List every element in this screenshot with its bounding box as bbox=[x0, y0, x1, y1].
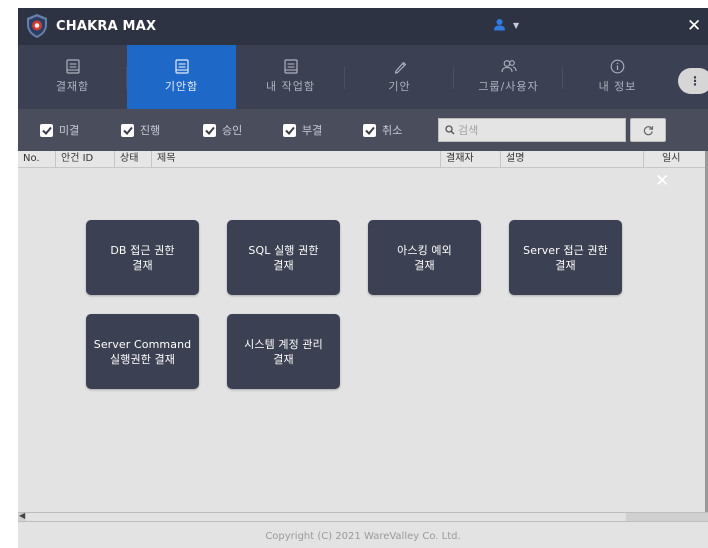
draft-doc-icon bbox=[174, 59, 189, 74]
tile-server-command-approval[interactable]: Server Command 실행권한 결재 bbox=[86, 314, 199, 389]
column-header-description[interactable]: 설명 bbox=[501, 151, 644, 167]
checkmark-icon bbox=[40, 123, 53, 137]
filter-in-progress-checkbox[interactable]: 진행 bbox=[121, 122, 160, 138]
scroll-left-icon[interactable]: ◀ bbox=[19, 511, 25, 520]
app-title: CHAKRA MAX bbox=[56, 18, 157, 34]
info-icon bbox=[610, 59, 625, 74]
filter-pending-checkbox[interactable]: 미결 bbox=[40, 122, 79, 138]
nav-item-groups-users[interactable]: 그룹/사용자 bbox=[454, 45, 563, 109]
filter-label: 승인 bbox=[222, 124, 243, 137]
user-icon bbox=[494, 19, 505, 31]
nav-item-approval-inbox[interactable]: 결재함 bbox=[18, 45, 127, 109]
tile-system-account-approval[interactable]: 시스템 계정 관리 결재 bbox=[227, 314, 340, 389]
nav-label: 내 정보 bbox=[598, 80, 637, 93]
nav-item-draft[interactable]: 기안 bbox=[345, 45, 454, 109]
filter-approved-checkbox[interactable]: 승인 bbox=[203, 122, 242, 138]
draft-type-panel: ✕ DB 접근 권한 결재 SQL 실행 권한 결재 아스킹 예외 결재 Ser… bbox=[18, 168, 708, 512]
copyright-footer: Copyright (C) 2021 WareValley Co. Ltd. bbox=[265, 531, 461, 542]
filter-label: 취소 bbox=[382, 124, 403, 137]
filter-bar: 미결 진행 승인 부결 취소 bbox=[18, 109, 708, 151]
refresh-button[interactable] bbox=[630, 118, 666, 142]
table-header: No. 안건 ID 상태 제목 결재자 설명 일시 bbox=[18, 151, 708, 168]
column-header-id[interactable]: 안건 ID bbox=[56, 151, 115, 167]
checkmark-icon bbox=[283, 123, 296, 137]
tile-server-access-approval[interactable]: Server 접근 권한 결재 bbox=[509, 220, 622, 295]
main-nav: 결재함 기안함 내 작업함 기안 그룹/사용자 내 정보 bbox=[18, 45, 708, 109]
close-panel-button[interactable]: ✕ bbox=[655, 172, 669, 190]
checkmark-icon bbox=[121, 123, 134, 137]
users-icon bbox=[500, 60, 517, 73]
nav-label: 기안 bbox=[388, 80, 411, 93]
filter-cancelled-checkbox[interactable]: 취소 bbox=[363, 122, 402, 138]
search-icon bbox=[445, 125, 455, 135]
shield-logo-icon bbox=[27, 14, 47, 38]
user-menu-button[interactable]: ▼ bbox=[493, 18, 519, 31]
filter-rejected-checkbox[interactable]: 부결 bbox=[283, 122, 322, 138]
column-header-no[interactable]: No. bbox=[18, 151, 56, 167]
tile-masking-exception-approval[interactable]: 아스킹 예외 결재 bbox=[368, 220, 481, 295]
checkmark-icon bbox=[203, 123, 216, 137]
checkmark-icon bbox=[363, 123, 376, 137]
nav-label: 그룹/사용자 bbox=[478, 80, 539, 93]
column-header-datetime[interactable]: 일시 bbox=[644, 151, 705, 167]
filter-label: 부결 bbox=[302, 124, 323, 137]
logo: CHAKRA MAX bbox=[24, 13, 156, 39]
nav-item-my-tasks[interactable]: 내 작업함 bbox=[236, 45, 345, 109]
my-tasks-icon bbox=[283, 59, 298, 74]
pencil-icon bbox=[394, 61, 406, 74]
horizontal-scrollbar[interactable]: ◀ bbox=[18, 511, 708, 522]
column-header-status[interactable]: 상태 bbox=[115, 151, 152, 167]
nav-item-draft-box[interactable]: 기안함 bbox=[127, 45, 236, 109]
filter-label: 미결 bbox=[59, 124, 80, 137]
title-bar: CHAKRA MAX ▼ ✕ bbox=[18, 8, 708, 45]
tile-sql-exec-approval[interactable]: SQL 실행 권한 결재 bbox=[227, 220, 340, 295]
search-input[interactable] bbox=[458, 123, 618, 137]
more-options-button[interactable]: ⋮ bbox=[678, 68, 708, 94]
nav-label: 기안함 bbox=[164, 80, 199, 93]
search-box bbox=[438, 118, 626, 142]
refresh-icon bbox=[643, 125, 653, 135]
inbox-doc-icon bbox=[65, 59, 80, 74]
tile-db-access-approval[interactable]: DB 접근 권한 결재 bbox=[86, 220, 199, 295]
filter-label: 진행 bbox=[140, 124, 161, 137]
nav-item-my-info[interactable]: 내 정보 bbox=[563, 45, 672, 109]
scrollbar-thumb[interactable] bbox=[26, 513, 626, 521]
chevron-down-icon: ▼ bbox=[513, 20, 520, 30]
column-header-approver[interactable]: 결재자 bbox=[441, 151, 501, 167]
nav-label: 내 작업함 bbox=[266, 80, 315, 93]
app-window: CHAKRA MAX ▼ ✕ 결재함 기안함 내 작업함 기안 그룹/사용자 내… bbox=[18, 8, 708, 548]
nav-label: 결재함 bbox=[55, 80, 90, 93]
column-header-title[interactable]: 제목 bbox=[152, 151, 441, 167]
close-window-button[interactable]: ✕ bbox=[687, 16, 701, 36]
